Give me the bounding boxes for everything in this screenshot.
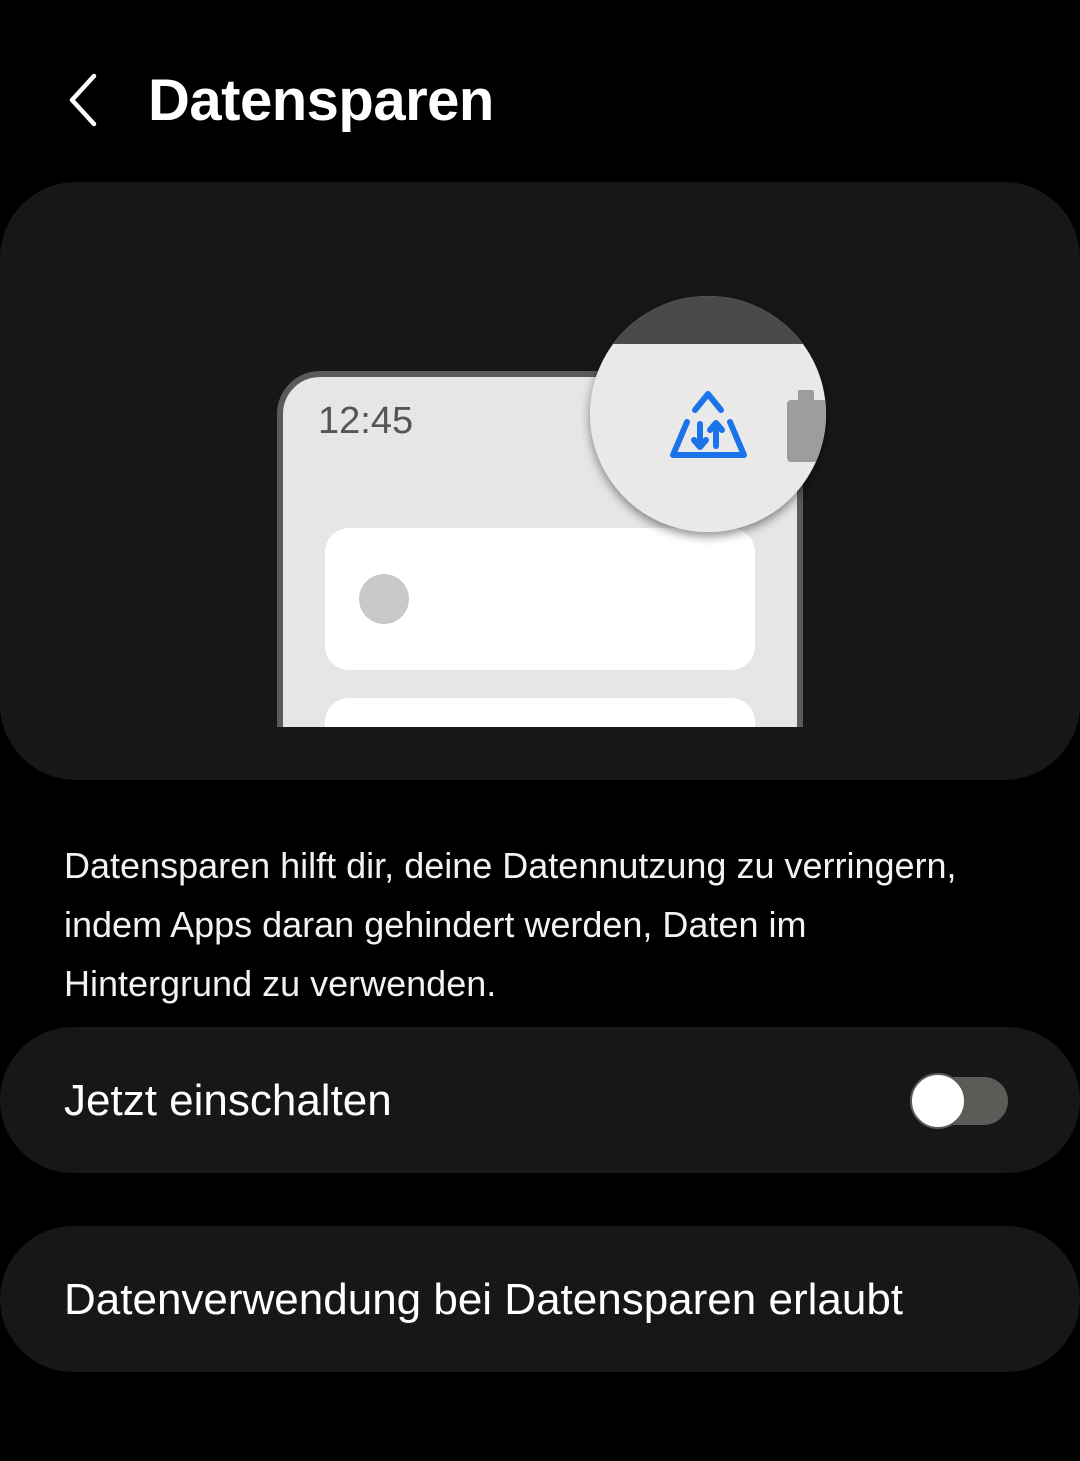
app-header: Datensparen (0, 0, 1080, 200)
phone-clock: 12:45 (318, 400, 413, 442)
back-button[interactable] (52, 62, 116, 138)
allowed-data-usage-label: Datenverwendung bei Datensparen erlaubt (64, 1275, 904, 1324)
allowed-data-usage-row[interactable]: Datenverwendung bei Datensparen erlaubt (0, 1226, 1080, 1372)
switch-thumb (910, 1073, 966, 1129)
description-text: Datensparen hilft dir, deine Datennutzun… (64, 845, 957, 1004)
page-title: Datensparen (148, 68, 494, 133)
turn-on-now-row[interactable]: Jetzt einschalten (0, 1027, 1080, 1173)
chevron-left-icon (69, 73, 97, 127)
data-saver-illustration: 12:45 (277, 296, 826, 727)
battery-icon (787, 400, 826, 462)
turn-on-now-label: Jetzt einschalten (64, 1076, 392, 1125)
data-saver-toggle-switch[interactable] (910, 1073, 1010, 1129)
illustration-card: 12:45 (0, 182, 1080, 780)
